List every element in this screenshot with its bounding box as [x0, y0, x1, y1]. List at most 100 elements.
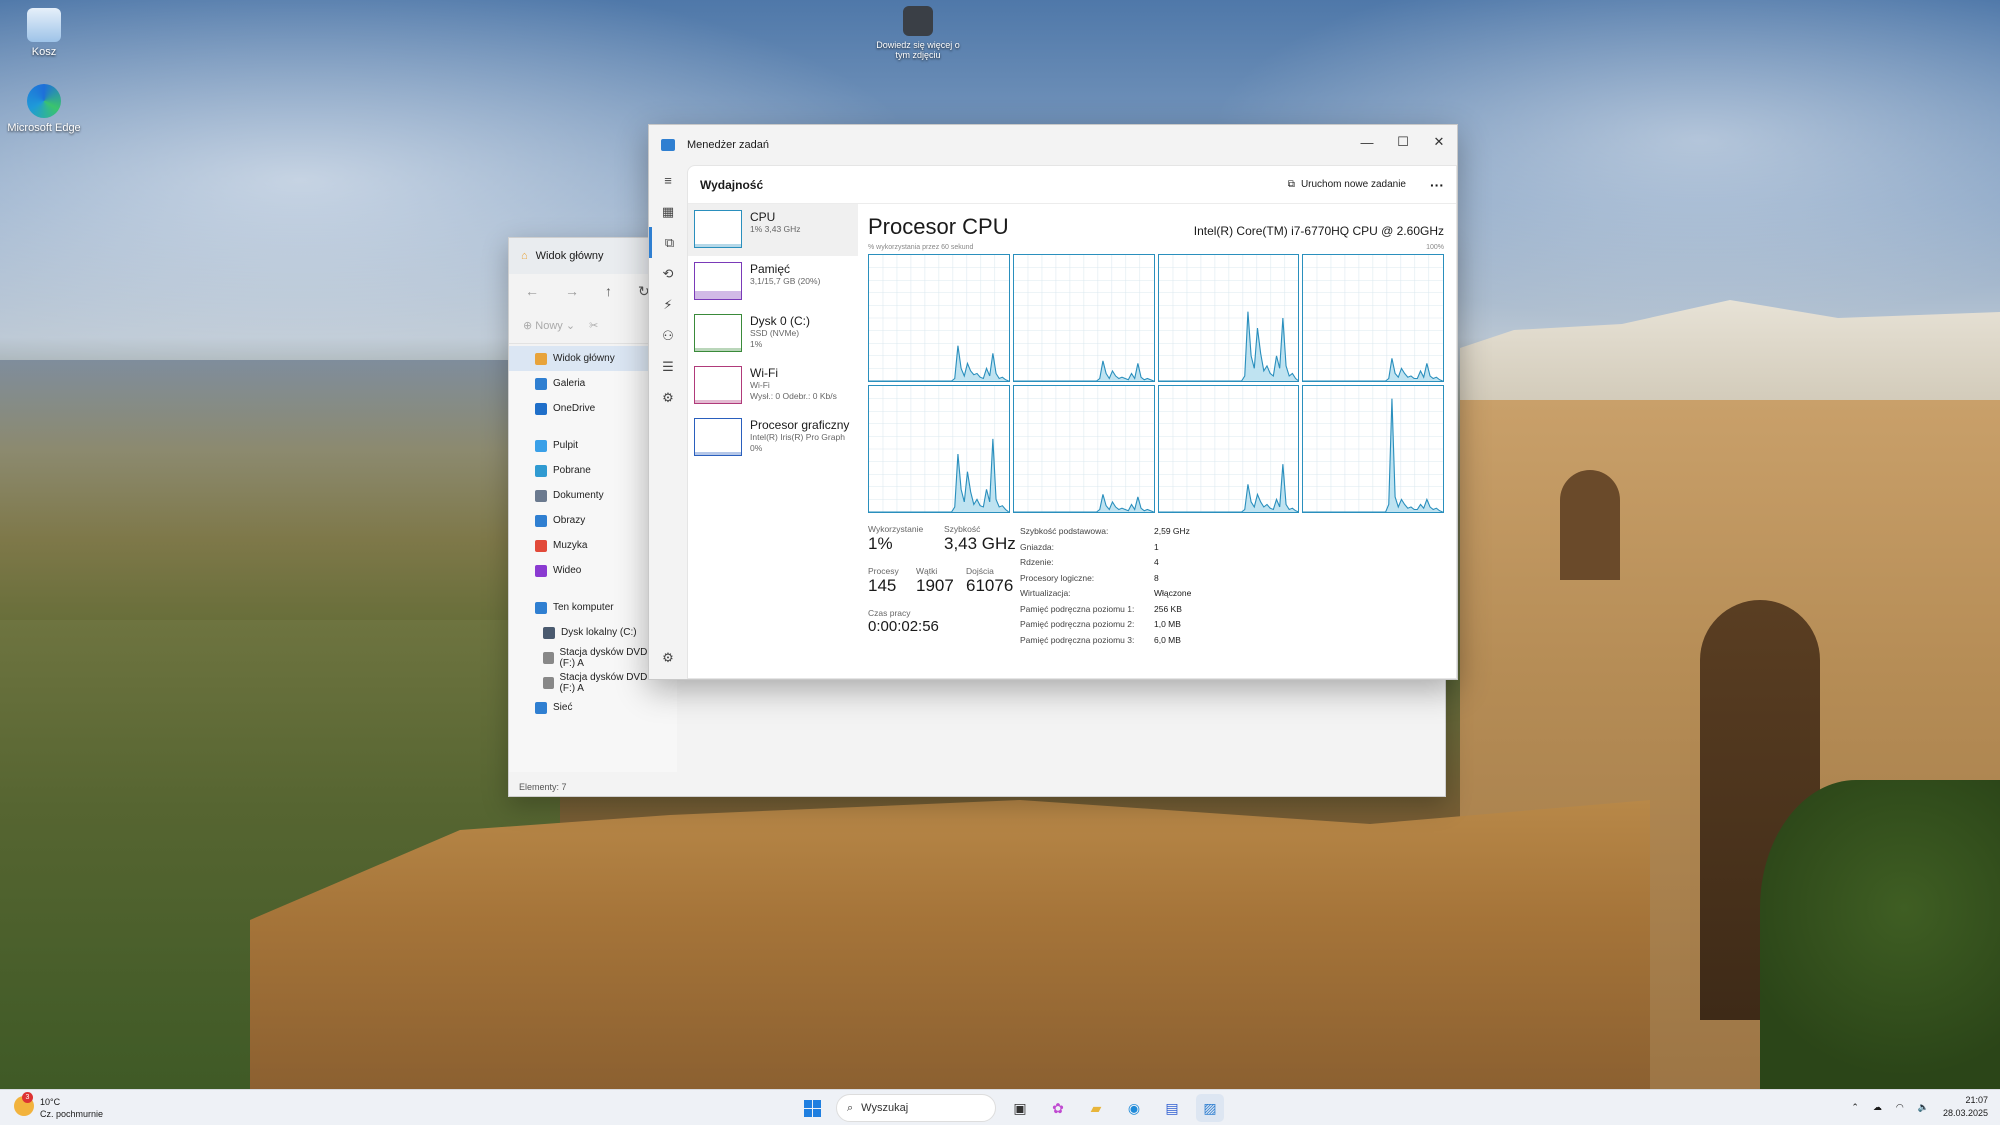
explorer-sidebar-item[interactable]: Sieć: [509, 695, 677, 720]
performance-icon[interactable]: ⧉: [649, 227, 687, 258]
core-graph-svg: [869, 255, 1009, 381]
users-icon[interactable]: ⚇: [649, 320, 687, 351]
weather-temp: 10°C: [40, 1097, 61, 1107]
weather-widget[interactable]: 3 10°C Cz. pochmurnie: [14, 1092, 103, 1120]
app-history-icon[interactable]: ⟲: [649, 258, 687, 289]
performance-panel: Wydajność ⧉ Uruchom nowe zadanie ··· CPU…: [687, 165, 1457, 679]
stat-value: 1%: [868, 534, 893, 553]
processes-icon[interactable]: ▦: [649, 196, 687, 227]
folder-icon: [535, 539, 547, 552]
window-title: Menedżer zadań: [687, 139, 769, 151]
volume-icon[interactable]: 🔈: [1918, 1102, 1929, 1113]
explorer-tab-title: Widok główny: [535, 250, 604, 262]
folder-icon: [535, 352, 547, 365]
tray-chevron-icon[interactable]: ⌃: [1851, 1102, 1859, 1113]
copilot-icon[interactable]: ✿: [1044, 1094, 1072, 1122]
cpu-spec-value: 1: [1154, 541, 1159, 552]
resource-thumbnail: [694, 366, 742, 404]
graph-caption-left: % wykorzystania przez 60 sekund: [868, 244, 974, 251]
resource-item[interactable]: CPU 1% 3,43 GHz: [688, 204, 858, 256]
run-new-task-label: Uruchom nowe zadanie: [1300, 179, 1406, 190]
store-icon[interactable]: ▤: [1158, 1094, 1186, 1122]
folder-icon: [535, 489, 547, 502]
new-button[interactable]: ⊕ Nowy ⌄: [523, 319, 575, 332]
resource-detail: 1% 3,43 GHz: [750, 224, 801, 234]
resource-detail: 1%: [750, 339, 763, 349]
resource-detail: 3,1/15,7 GB (20%): [750, 276, 821, 286]
resource-list: CPU 1% 3,43 GHz Pamięć 3,1/15,7 GB (20%) Dys…: [688, 204, 858, 678]
task-view-icon[interactable]: ▣: [1006, 1094, 1034, 1122]
search-box[interactable]: ⌕ Wyszukaj: [836, 1094, 996, 1122]
wallpaper-greenery: [1760, 780, 2000, 1100]
folder-icon: [535, 564, 547, 577]
cloud-icon[interactable]: ☁: [1873, 1102, 1882, 1113]
system-tray: ⌃ ☁ ◠ 🔈 21:07 28.03.2025: [1851, 1094, 1988, 1120]
cpu-spec-key: Gniazda:: [1020, 541, 1055, 552]
forward-icon[interactable]: →: [565, 283, 579, 299]
services-icon[interactable]: ⚙: [649, 382, 687, 413]
resource-thumbnail: [694, 262, 742, 300]
hamburger-menu-icon[interactable]: ≡: [649, 165, 687, 196]
cpu-spec-row: Rdzenie: 4: [1020, 555, 1191, 571]
window-controls: — ☐ ✕: [1349, 125, 1457, 159]
resource-item[interactable]: Dysk 0 (C:) SSD (NVMe) 1%: [688, 308, 858, 360]
resource-thumbnail-fill: [695, 244, 741, 247]
task-manager-window[interactable]: Menedżer zadań — ☐ ✕ ≡ ▦ ⧉ ⟲ ⚡ ⚇ ☰ ⚙ ⚙ W…: [648, 124, 1458, 680]
stat-speed: Szybkość 3,43 GHz: [944, 524, 1016, 554]
file-explorer-icon[interactable]: ▰: [1082, 1094, 1110, 1122]
stat-value: 145: [868, 576, 897, 595]
resource-detail: Wysł.: 0 Odebr.: 0 Kb/s: [750, 391, 837, 401]
explorer-sidebar-label: Pobrane: [553, 465, 591, 476]
cpu-spec-key: Procesory logiczne:: [1020, 572, 1095, 583]
wifi-icon[interactable]: ◠: [1896, 1102, 1904, 1113]
cut-icon[interactable]: ✂: [589, 319, 598, 332]
core-graph: [868, 254, 1010, 382]
resource-detail: SSD (NVMe): [750, 328, 800, 338]
startup-apps-icon[interactable]: ⚡: [649, 289, 687, 320]
core-graph-svg: [1303, 255, 1443, 381]
search-icon: ⌕: [847, 1101, 854, 1114]
up-icon[interactable]: ↑: [605, 283, 612, 299]
core-graph: [1302, 385, 1444, 513]
graph-caption: % wykorzystania przez 60 sekund 100%: [868, 244, 1444, 251]
details-icon[interactable]: ☰: [649, 351, 687, 382]
edge-taskbar-icon[interactable]: ◉: [1120, 1094, 1148, 1122]
explorer-sidebar-label: OneDrive: [553, 403, 596, 414]
core-graph: [1012, 254, 1155, 382]
stat-value: 3,43 GHz: [944, 534, 1016, 553]
cpu-spec-key: Pamięć podręczna poziomu 2:: [1020, 619, 1135, 629]
folder-icon: [543, 676, 554, 689]
close-button[interactable]: ✕: [1421, 125, 1457, 159]
desktop-icon-photo-info[interactable]: Dowiedz się więcej o tym zdjęciu: [868, 6, 968, 60]
folder-icon: [535, 514, 547, 527]
cpu-spec-row: Procesory logiczne: 8: [1020, 571, 1191, 587]
task-manager-taskbar-icon[interactable]: ▨: [1196, 1094, 1224, 1122]
start-button[interactable]: [798, 1094, 826, 1122]
core-graph-grid: [868, 254, 1444, 513]
resource-item[interactable]: Pamięć 3,1/15,7 GB (20%): [688, 256, 858, 308]
task-manager-titlebar[interactable]: Menedżer zadań: [649, 125, 1457, 165]
desktop-icon-edge[interactable]: Microsoft Edge: [4, 84, 84, 134]
cpu-spec-key: Wirtualizacja:: [1020, 588, 1071, 598]
clock[interactable]: 21:07 28.03.2025: [1943, 1094, 1988, 1120]
more-options-button[interactable]: ···: [1430, 177, 1444, 193]
resource-detail: Intel(R) Iris(R) Pro Graph: [750, 432, 845, 442]
resource-item[interactable]: Wi-Fi Wi-Fi Wysł.: 0 Odebr.: 0 Kb/s: [688, 360, 858, 412]
desktop-icon-recycle-bin[interactable]: Kosz: [4, 8, 84, 58]
resource-thumbnail: [694, 210, 742, 248]
stat-uptime: Czas pracy 0:00:02:56: [868, 608, 939, 635]
minimize-button[interactable]: —: [1349, 125, 1385, 159]
home-icon: ⌂: [521, 250, 528, 262]
maximize-button[interactable]: ☐: [1385, 125, 1421, 159]
stat-label: Szybkość: [944, 524, 981, 534]
stat-handles: Dojścia 61076: [966, 566, 1013, 596]
settings-icon[interactable]: ⚙: [649, 642, 687, 673]
resource-item[interactable]: Procesor graficzny Intel(R) Iris(R) Pro G…: [688, 412, 858, 464]
run-new-task-button[interactable]: ⧉ Uruchom nowe zadanie: [1288, 179, 1406, 190]
cpu-spec-value: 8: [1154, 572, 1159, 583]
stat-utilization: Wykorzystanie 1%: [868, 524, 923, 554]
back-icon[interactable]: ←: [525, 283, 539, 299]
explorer-sidebar-label: Sieć: [553, 702, 573, 713]
folder-icon: [535, 701, 547, 714]
explorer-sidebar-label: Dysk lokalny (C:): [561, 627, 637, 638]
